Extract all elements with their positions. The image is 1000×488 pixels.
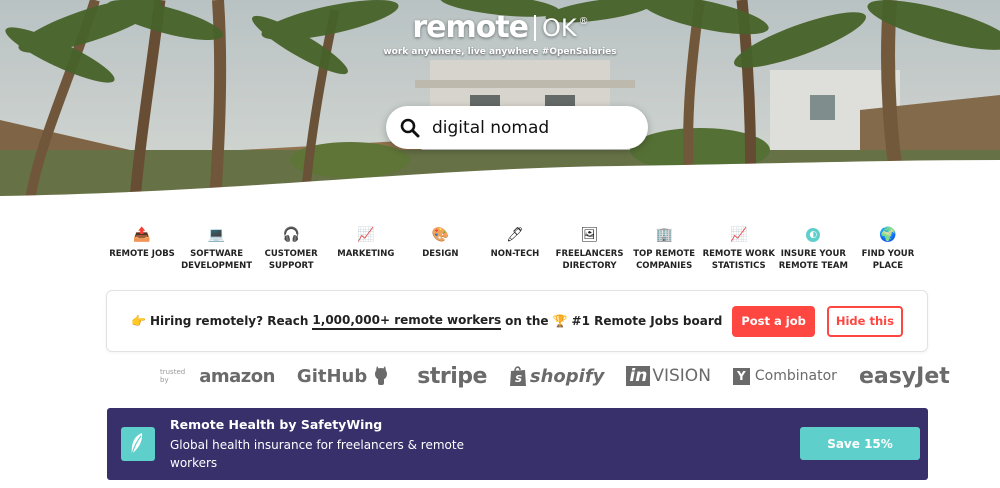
category-label: INSURE YOUR REMOTE TEAM	[778, 249, 848, 271]
palette-icon: 🎨	[431, 227, 450, 243]
category-label: FIND YOUR PLACE	[861, 249, 915, 271]
outbox-icon: 📤	[133, 227, 151, 243]
invision-logo: in VISION	[626, 366, 711, 386]
site-tagline: work anywhere, live anywhere #OpenSalari…	[383, 47, 617, 57]
logo-suffix: OK	[542, 13, 577, 42]
category-marketing[interactable]: 📈 MARKETING	[329, 224, 403, 272]
site-logo[interactable]: remote OK ® work anywhere, live anywhere…	[0, 10, 1000, 57]
invision-box: in	[626, 366, 651, 386]
hiring-text-on: on the	[505, 314, 549, 328]
search-bar[interactable]	[386, 106, 648, 149]
category-non-tech[interactable]: 🖊 NON-TECH	[478, 224, 552, 272]
feather-icon	[121, 427, 155, 461]
github-logo: GitHub	[297, 366, 391, 387]
chart-icon: 📈	[730, 227, 748, 243]
hiring-highlight: 1,000,000+ remote workers	[312, 313, 502, 330]
yc-box: Y	[732, 367, 750, 385]
category-label: NON-TECH	[490, 249, 540, 259]
hide-banner-button[interactable]: Hide this	[826, 305, 903, 337]
category-label: REMOTE WORK STATISTICS	[702, 249, 775, 271]
save-15-button[interactable]: Save 15%	[800, 427, 920, 460]
pointing-hand-icon: 👉	[131, 314, 147, 328]
category-label: MARKETING	[337, 249, 395, 259]
laptop-icon: 💻	[207, 227, 226, 243]
headphones-icon: 🎧	[282, 227, 300, 243]
hiring-text-after: #1 Remote Jobs board	[571, 314, 723, 328]
search-input[interactable]	[432, 117, 632, 138]
ycombinator-logo: Y Combinator	[732, 367, 837, 385]
search-icon	[400, 118, 420, 137]
stripe-logo: stripe	[417, 363, 487, 389]
shopify-logo: S shopify	[509, 365, 605, 387]
trusted-by-logos: trusted by amazon GitHub stripe S shopif…	[160, 360, 950, 392]
ad-description: Global health insurance for freelancers …	[170, 437, 464, 470]
health-icon: ◐	[806, 224, 821, 246]
yc-wordmark: Combinator	[754, 368, 837, 384]
post-job-button[interactable]: Post a job	[732, 305, 815, 337]
category-design[interactable]: 🎨 DESIGN	[403, 224, 477, 272]
hero-banner: remote OK ® work anywhere, live anywhere…	[0, 0, 1000, 200]
logo-mark: ®	[578, 16, 589, 27]
category-label: FREELANCERS DIRECTORY	[555, 249, 624, 271]
globe-icon: 🌍	[879, 227, 897, 243]
hiring-message: 👉 Hiring remotely? Reach 1,000,000+ remo…	[131, 313, 722, 330]
github-wordmark: GitHub	[296, 365, 368, 387]
category-software-development[interactable]: 💻 SOFTWARE DEVELOPMENT	[180, 224, 254, 272]
category-label: REMOTE JOBS	[109, 249, 175, 259]
amazon-logo: amazon	[199, 365, 275, 387]
category-remote-jobs[interactable]: 📤 REMOTE JOBS	[105, 224, 179, 272]
safetywing-ad[interactable]: Remote Health by SafetyWing Global healt…	[107, 408, 928, 480]
shopping-bag-icon: S	[509, 366, 526, 386]
ad-title: Remote Health by SafetyWing	[170, 416, 383, 432]
building-icon: 🏢	[655, 227, 673, 243]
logo-divider	[534, 14, 537, 41]
hiring-banner: 👉 Hiring remotely? Reach 1,000,000+ remo…	[106, 290, 928, 352]
category-label: TOP REMOTE COMPANIES	[633, 249, 696, 271]
category-label: DESIGN	[422, 249, 459, 259]
category-nav: 📤 REMOTE JOBS 💻 SOFTWARE DEVELOPMENT 🎧 C…	[105, 224, 925, 272]
category-label: SOFTWARE DEVELOPMENT	[181, 249, 253, 271]
category-freelancers-directory[interactable]: 🖼 FREELANCERS DIRECTORY	[553, 224, 627, 272]
shopify-wordmark: shopify	[529, 365, 605, 387]
trusted-by-label: trusted by	[160, 368, 186, 384]
category-insure-remote-team[interactable]: ◐ INSURE YOUR REMOTE TEAM	[776, 224, 850, 272]
pen-icon: 🖊	[506, 227, 524, 243]
logo-main: remote	[412, 10, 529, 45]
category-label: CUSTOMER SUPPORT	[264, 249, 318, 271]
trophy-icon: 🏆	[552, 314, 568, 328]
category-remote-work-statistics[interactable]: 📈 REMOTE WORK STATISTICS	[702, 224, 776, 272]
picture-icon: 🖼	[580, 227, 599, 243]
chart-icon: 📈	[357, 227, 375, 243]
category-top-remote-companies[interactable]: 🏢 TOP REMOTE COMPANIES	[627, 224, 701, 272]
invision-wordmark: VISION	[652, 366, 711, 386]
category-find-your-place[interactable]: 🌍 FIND YOUR PLACE	[851, 224, 925, 272]
category-customer-support[interactable]: 🎧 CUSTOMER SUPPORT	[254, 224, 328, 272]
svg-text:S: S	[515, 374, 522, 385]
easyjet-logo: easyJet	[858, 363, 950, 389]
ad-body: Remote Health by SafetyWing Global healt…	[170, 417, 470, 472]
hiring-text-before: Hiring remotely? Reach	[150, 314, 309, 328]
octocat-icon	[375, 366, 388, 385]
